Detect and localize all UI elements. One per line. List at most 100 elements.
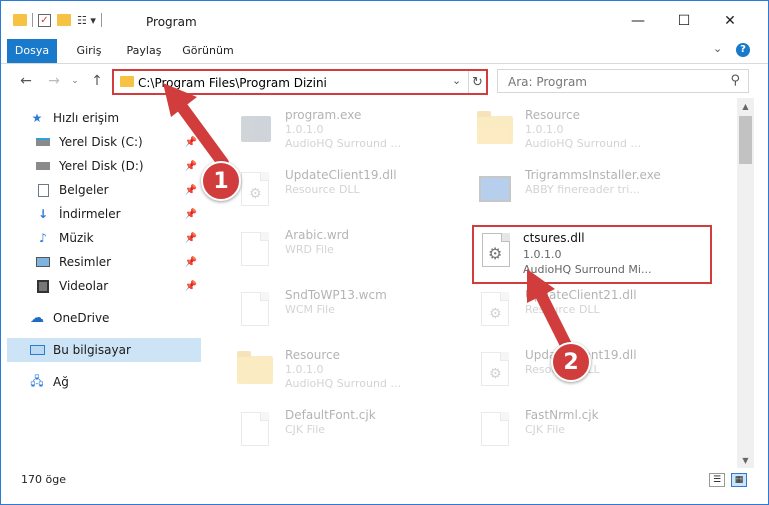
tab-share[interactable]: Paylaş xyxy=(119,39,169,63)
folder-icon xyxy=(120,76,134,87)
large-icons-view-icon[interactable]: ▦ xyxy=(731,473,747,487)
sidebar-item-pictures[interactable]: Resimler 📌 xyxy=(35,250,201,274)
sidebar-item-network[interactable]: 🖧 Ağ xyxy=(29,370,201,394)
file-item[interactable]: FastNrml.cjk CJK File xyxy=(461,402,701,458)
pin-icon[interactable]: 📌 xyxy=(185,161,197,172)
documents-icon xyxy=(35,183,51,197)
sidebar-item-label: Yerel Disk (D:) xyxy=(59,159,144,173)
search-placeholder[interactable]: Ara: Program xyxy=(508,75,587,89)
pin-icon[interactable]: 📌 xyxy=(185,209,197,220)
scroll-thumb[interactable] xyxy=(739,116,752,164)
vertical-scrollbar[interactable]: ▲ ▼ xyxy=(737,98,754,468)
file-name: Arabic.wrd xyxy=(285,228,350,242)
back-arrow-icon[interactable]: ← xyxy=(16,71,36,91)
properties-icon[interactable]: ✓ xyxy=(38,13,51,27)
file-name: ctsures.dll xyxy=(523,231,585,245)
address-bar[interactable]: C:\Program Files\Program Dizini ⌄ ↻ xyxy=(112,69,488,95)
explorer-window: ✓ ☷ ▾ Program — ☐ ✕ Dosya Giriş Paylaş G… xyxy=(0,0,769,505)
installer-icon xyxy=(477,170,515,208)
file-item[interactable]: program.exe 1.0.1.0 AudioHQ Surround Mi.… xyxy=(221,102,461,158)
navigation-bar: ← → ⌄ ↑ C:\Program Files\Program Dizini … xyxy=(1,64,768,98)
file-item[interactable]: DefaultFont.cjk CJK File xyxy=(221,402,461,458)
file-type: WRD File xyxy=(285,243,334,256)
recent-locations-chevron-icon[interactable]: ⌄ xyxy=(65,71,85,91)
item-count: 170 öge xyxy=(21,473,66,486)
file-item[interactable]: ⚙ UpdateClient21.dll Resource DLL xyxy=(461,282,701,338)
quick-access-toolbar: ✓ ☷ ▾ xyxy=(13,11,107,29)
up-arrow-icon[interactable]: ↑ xyxy=(87,71,107,91)
expand-ribbon-icon[interactable]: ⌄ xyxy=(713,42,722,55)
sidebar-item-disk-c[interactable]: Yerel Disk (C:) 📌 xyxy=(35,130,201,154)
scroll-down-icon[interactable]: ▼ xyxy=(737,452,754,468)
sidebar-item-disk-d[interactable]: Yerel Disk (D:) 📌 xyxy=(35,154,201,178)
tab-view[interactable]: Görünüm xyxy=(177,39,239,63)
sidebar-item-music[interactable]: ♪ Müzik 📌 xyxy=(35,226,201,250)
file-name: DefaultFont.cjk xyxy=(285,408,376,422)
file-icon xyxy=(477,410,515,448)
pin-icon[interactable]: 📌 xyxy=(185,137,197,148)
refresh-icon[interactable]: ↻ xyxy=(468,71,486,93)
sidebar-item-videos[interactable]: Videolar 📌 xyxy=(35,274,201,298)
file-item[interactable]: Resource 1.0.1.0 AudioHQ Surround Mi... xyxy=(461,102,701,158)
address-path[interactable]: C:\Program Files\Program Dizini xyxy=(138,76,327,90)
chevron-down-icon[interactable]: ⌄ xyxy=(452,74,461,87)
sidebar-item-label: Yerel Disk (C:) xyxy=(59,135,143,149)
pin-icon[interactable]: 📌 xyxy=(185,257,197,268)
sidebar-item-label: Resimler xyxy=(59,255,112,269)
file-description: AudioHQ Surround Mi... xyxy=(285,377,410,390)
folder-icon xyxy=(13,14,27,26)
sidebar-item-label: Hızlı erişim xyxy=(53,111,120,125)
tab-home[interactable]: Giriş xyxy=(67,39,111,63)
file-name: Resource xyxy=(525,108,581,122)
file-item[interactable]: ⚙ UpdateClient19.dll Resource DLL xyxy=(221,162,461,218)
star-icon: ★ xyxy=(31,111,43,125)
scroll-up-icon[interactable]: ▲ xyxy=(737,98,754,114)
file-item[interactable]: Resource 1.0.1.0 AudioHQ Surround Mi... xyxy=(221,342,461,398)
cloud-icon: ☁ xyxy=(30,310,44,326)
pin-icon[interactable]: 📌 xyxy=(185,185,197,196)
file-item[interactable]: TrigrammsInstaller.exe ABBY finereader t… xyxy=(461,162,701,218)
search-icon[interactable]: ⚲ xyxy=(730,73,740,88)
music-icon: ♪ xyxy=(39,231,47,245)
file-type: Resource DLL xyxy=(285,183,360,196)
help-icon[interactable]: ? xyxy=(736,43,750,57)
file-version: 1.0.1.0 xyxy=(525,123,564,136)
customize-toolbar-icon[interactable]: ☷ ▾ xyxy=(77,14,96,27)
file-type: CJK File xyxy=(285,423,326,436)
tab-file[interactable]: Dosya xyxy=(7,39,57,63)
file-type: Resource DLL xyxy=(525,303,600,316)
file-name: Resource xyxy=(285,348,341,362)
file-item[interactable]: SndToWP13.wcm WCM File xyxy=(221,282,461,338)
sidebar-item-onedrive[interactable]: ☁ OneDrive xyxy=(29,306,201,330)
sidebar-item-downloads[interactable]: ↓ İndirmeler 📌 xyxy=(35,202,201,226)
highlighted-file-item[interactable]: ⚙ ctsures.dll 1.0.1.0 AudioHQ Surround M… xyxy=(472,225,712,284)
callout-badge-1: 1 xyxy=(201,161,241,201)
file-item[interactable]: Arabic.wrd WRD File xyxy=(221,222,461,278)
file-name: SndToWP13.wcm xyxy=(285,288,387,302)
forward-arrow-icon[interactable]: → xyxy=(44,71,64,91)
sidebar-item-quick-access[interactable]: ★ Hızlı erişim xyxy=(29,106,229,130)
maximize-button[interactable]: ☐ xyxy=(661,7,707,35)
new-folder-icon[interactable] xyxy=(57,14,71,26)
file-version: 1.0.1.0 xyxy=(285,123,324,136)
exe-icon xyxy=(237,110,275,148)
close-button[interactable]: ✕ xyxy=(707,7,753,35)
sidebar-item-label: İndirmeler xyxy=(59,207,121,221)
pin-icon[interactable]: 📌 xyxy=(185,233,197,244)
callout-badge-2: 2 xyxy=(551,342,591,382)
file-name: UpdateClient19.dll xyxy=(285,168,397,182)
drive-icon xyxy=(35,135,51,149)
pin-icon[interactable]: 📌 xyxy=(185,281,197,292)
minimize-button[interactable]: — xyxy=(615,7,661,35)
sidebar-item-documents[interactable]: Belgeler 📌 xyxy=(35,178,201,202)
file-type: WCM File xyxy=(285,303,335,316)
file-description: AudioHQ Surround Mi... xyxy=(525,137,650,150)
details-view-icon[interactable]: ☰ xyxy=(709,473,725,487)
sidebar-item-this-pc[interactable]: Bu bilgisayar xyxy=(7,338,201,362)
navigation-pane: ★ Hızlı erişim Yerel Disk (C:) 📌 Yerel D… xyxy=(1,98,211,458)
sidebar-item-label: Bu bilgisayar xyxy=(53,343,131,357)
file-icon xyxy=(237,290,275,328)
search-box[interactable]: Ara: Program ⚲ xyxy=(497,69,749,93)
sidebar-item-label: Ağ xyxy=(53,375,69,389)
sidebar-item-label: Müzik xyxy=(59,231,94,245)
